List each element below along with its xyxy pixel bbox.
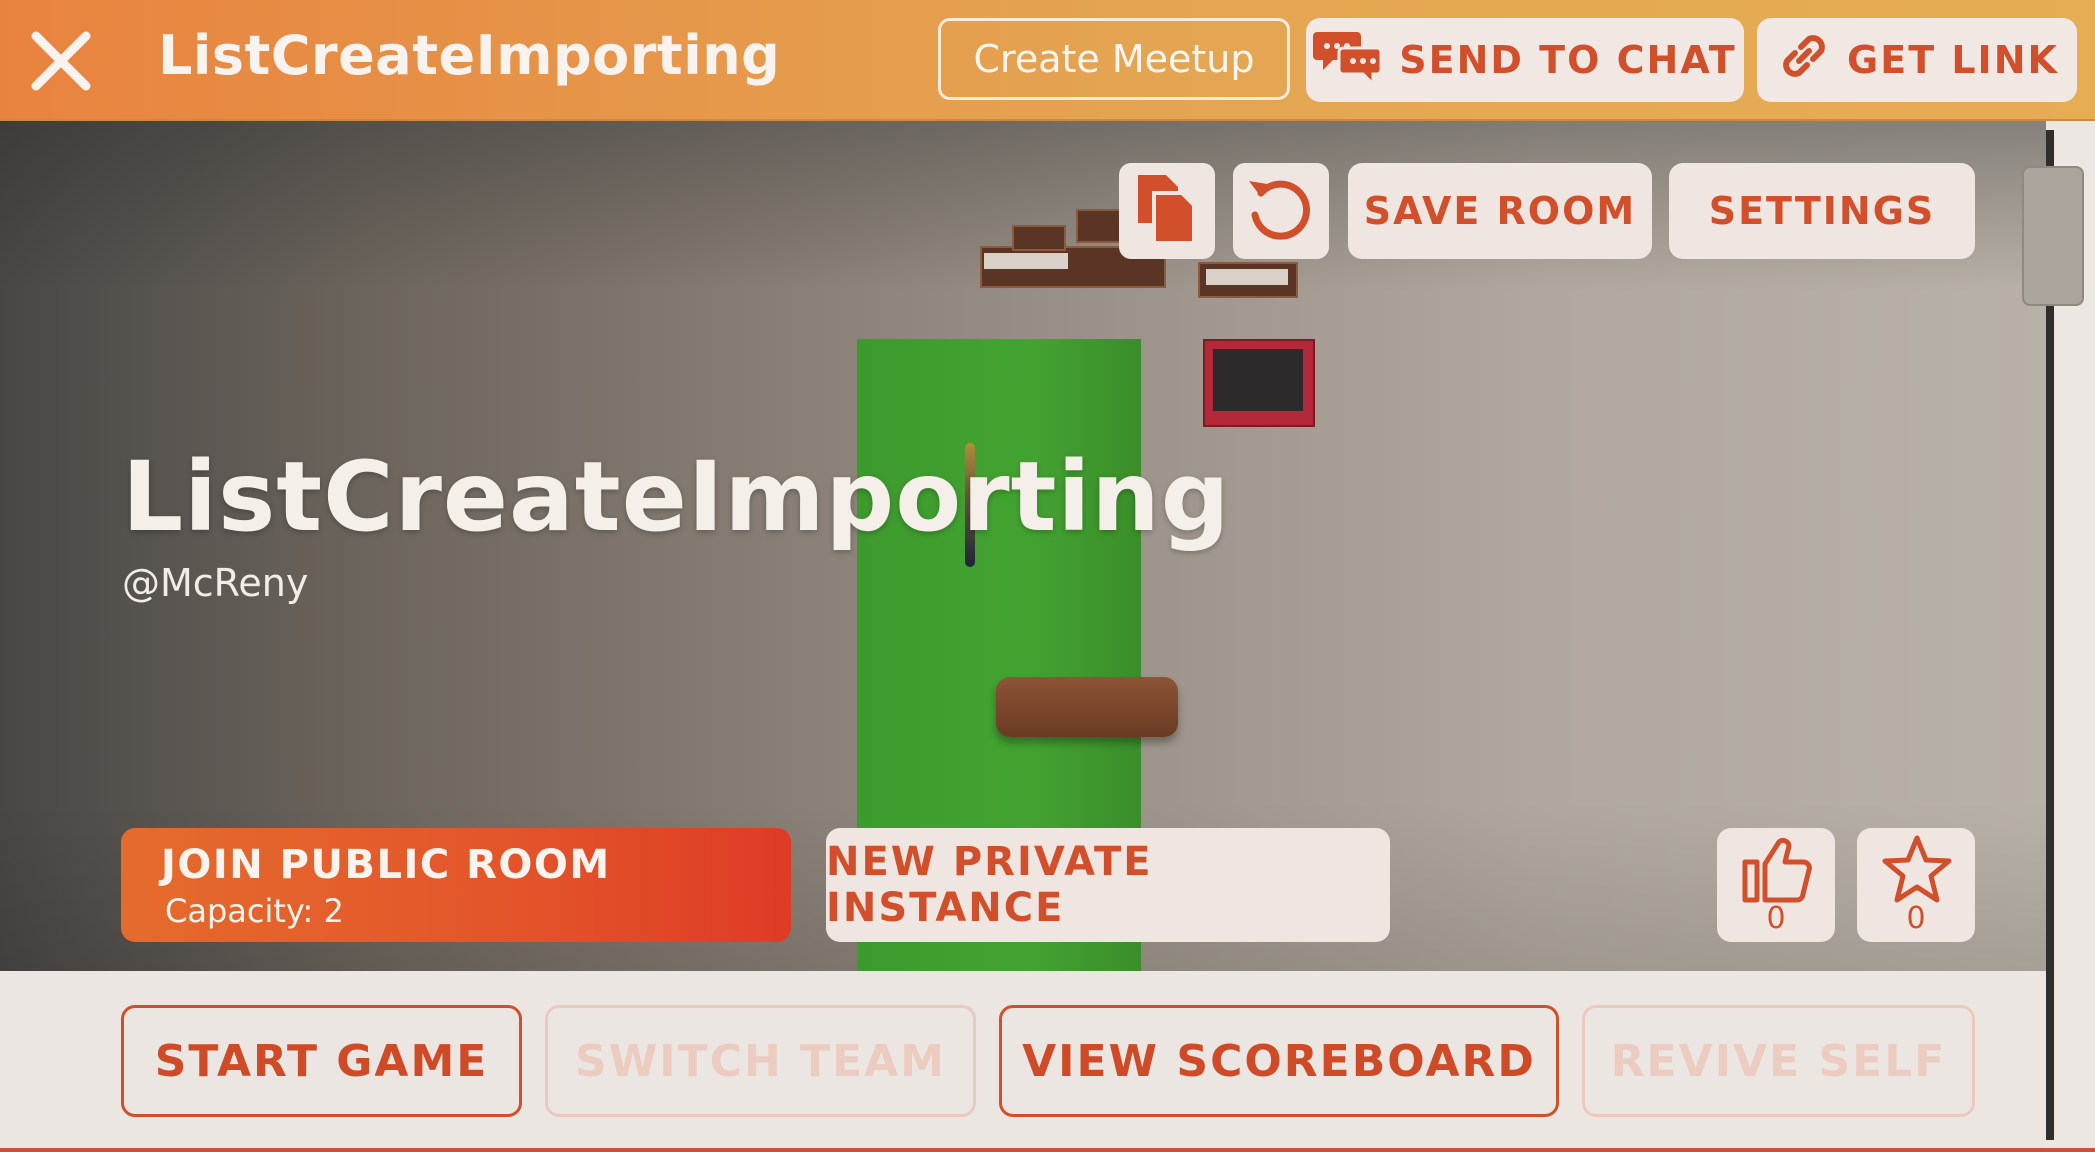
favorite-count: 0	[1906, 901, 1926, 936]
save-room-button[interactable]: SAVE ROOM	[1348, 163, 1652, 259]
scene-red-sign	[1203, 339, 1315, 427]
room-author[interactable]: @McReny	[122, 561, 308, 605]
chat-bubbles-icon	[1313, 26, 1385, 95]
join-public-room-button[interactable]: JOIN PUBLIC ROOM Capacity: 2	[121, 828, 791, 942]
view-scoreboard-button[interactable]: VIEW SCOREBOARD	[999, 1005, 1559, 1117]
room-capacity: Capacity: 2	[165, 892, 344, 930]
star-icon	[1882, 835, 1952, 903]
new-private-instance-button[interactable]: NEW PRIVATE INSTANCE	[826, 828, 1390, 942]
game-controls-bar: START GAME SWITCH TEAM VIEW SCOREBOARD R…	[0, 971, 2046, 1152]
bottom-edge-accent	[0, 1148, 2095, 1152]
room-title: ListCreateImporting	[122, 441, 1231, 553]
copy-icon	[1132, 171, 1202, 251]
reset-icon	[1243, 171, 1319, 251]
scene-floating-platform	[996, 677, 1178, 737]
favorite-button[interactable]: 0	[1857, 828, 1975, 942]
get-link-button[interactable]: GET LINK	[1757, 18, 2077, 102]
scrollbar-thumb[interactable]	[2022, 166, 2084, 306]
room-preview: ListCreateImporting @McReny SAVE ROOM SE…	[0, 121, 2046, 971]
switch-team-button[interactable]: SWITCH TEAM	[545, 1005, 976, 1117]
thumbs-up-icon	[1742, 837, 1812, 903]
start-game-button[interactable]: START GAME	[121, 1005, 522, 1117]
revive-self-button[interactable]: REVIVE SELF	[1582, 1005, 1975, 1117]
like-button[interactable]: 0	[1717, 828, 1835, 942]
send-to-chat-label: SEND TO CHAT	[1399, 38, 1737, 82]
like-count: 0	[1766, 901, 1786, 936]
copy-room-button[interactable]	[1119, 163, 1215, 259]
header-title: ListCreateImporting	[158, 24, 781, 87]
settings-button[interactable]: SETTINGS	[1669, 163, 1975, 259]
send-to-chat-button[interactable]: SEND TO CHAT	[1306, 18, 1744, 102]
close-icon[interactable]	[28, 28, 94, 94]
header-bar: ListCreateImporting Create Meetup SEND T…	[0, 0, 2095, 121]
join-public-room-label: JOIN PUBLIC ROOM	[161, 842, 611, 888]
reset-room-button[interactable]	[1233, 163, 1329, 259]
create-meetup-button[interactable]: Create Meetup	[938, 18, 1290, 100]
get-link-label: GET LINK	[1847, 38, 2059, 82]
link-icon	[1775, 27, 1833, 94]
